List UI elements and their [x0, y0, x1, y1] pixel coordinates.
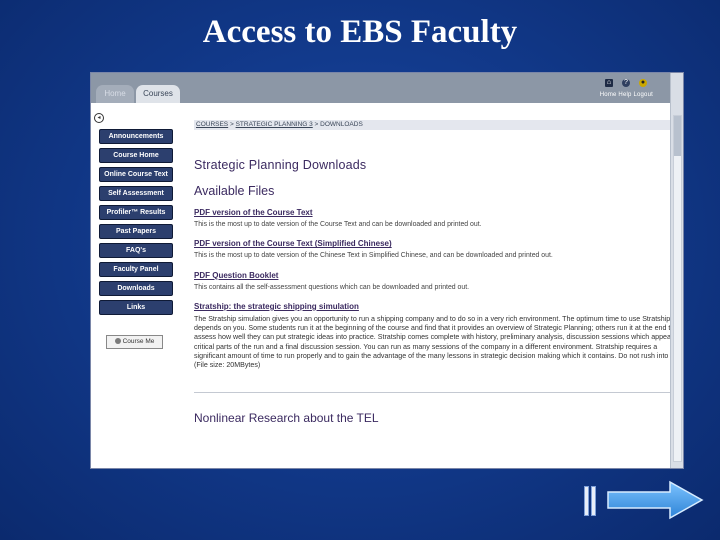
- first-slide-button[interactable]: [584, 486, 598, 516]
- breadcrumb-courses[interactable]: COURSES: [196, 121, 228, 128]
- file-description: This is the most up to date version of t…: [194, 221, 482, 228]
- sidebar-item-online-course-text[interactable]: Online Course Text: [99, 167, 173, 182]
- file-item: Stratship: the strategic shipping simula…: [194, 302, 683, 370]
- sidebar-item-announcements[interactable]: Announcements: [99, 129, 173, 144]
- sidebar-item-links[interactable]: Links: [99, 300, 173, 315]
- next-arrow-button[interactable]: [606, 480, 704, 520]
- file-item: PDF version of the Course Text This is t…: [194, 208, 683, 229]
- sidebar-item-profiler-results[interactable]: Profiler™ Results: [99, 205, 173, 220]
- file-link-course-text-chinese-pdf[interactable]: PDF version of the Course Text (Simplifi…: [194, 239, 683, 248]
- scroll-track[interactable]: [673, 115, 682, 462]
- sidebar-item-self-assessment[interactable]: Self Assessment: [99, 186, 173, 201]
- next-arrow-icon: [607, 480, 704, 520]
- file-link-question-booklet-pdf[interactable]: PDF Question Booklet: [194, 271, 683, 280]
- section-title: Available Files: [194, 184, 275, 198]
- first-slide-icon-bar: [584, 486, 589, 516]
- file-item: PDF Question Booklet This contains all t…: [194, 271, 683, 292]
- breadcrumb-strategic-planning[interactable]: STRATEGIC PLANNING 3: [236, 121, 313, 128]
- first-slide-icon-bar: [591, 486, 596, 516]
- breadcrumb-separator: >: [228, 121, 236, 128]
- file-description: This contains all the self-assessment qu…: [194, 283, 470, 291]
- next-section-title: Nonlinear Research about the TEL: [194, 411, 379, 426]
- sidebar-item-faculty-panel[interactable]: Faculty Panel: [99, 262, 173, 277]
- vertical-scrollbar[interactable]: [670, 73, 683, 468]
- top-links[interactable]: Home Help Logout: [600, 92, 653, 98]
- sidebar-item-past-papers[interactable]: Past Papers: [99, 224, 173, 239]
- breadcrumb: COURSES > STRATEGIC PLANNING 3 > DOWNLOA…: [194, 120, 683, 130]
- tab-courses[interactable]: Courses: [136, 85, 180, 103]
- top-icons: ⌂ ? ●: [605, 79, 647, 87]
- file-item: PDF version of the Course Text (Simplifi…: [194, 239, 683, 260]
- file-description: This is the most up to date version of t…: [194, 252, 553, 260]
- slide-title: Access to EBS Faculty: [202, 14, 518, 50]
- home-icon[interactable]: ⌂: [605, 79, 613, 87]
- page-title: Strategic Planning Downloads: [194, 158, 367, 172]
- sidebar-item-course-home[interactable]: Course Home: [99, 148, 173, 163]
- help-icon[interactable]: ?: [622, 79, 630, 87]
- scroll-thumb[interactable]: [674, 116, 681, 156]
- tab-home[interactable]: Home: [96, 85, 134, 103]
- file-description: The Stratship simulation gives you an op…: [194, 314, 682, 370]
- sidebar-item-downloads[interactable]: Downloads: [99, 281, 173, 296]
- file-link-course-text-pdf[interactable]: PDF version of the Course Text: [194, 208, 683, 217]
- logout-icon[interactable]: ●: [639, 79, 647, 87]
- main-content: COURSES > STRATEGIC PLANNING 3 > DOWNLOA…: [194, 120, 683, 426]
- course-badge-label: Course Me: [122, 338, 155, 345]
- sidebar: Announcements Course Home Online Course …: [99, 129, 173, 319]
- sidebar-item-faqs[interactable]: FAQ's: [99, 243, 173, 258]
- course-badge-icon: [114, 338, 121, 345]
- course-badge[interactable]: Course Me: [106, 335, 163, 349]
- breadcrumb-current: DOWNLOADS: [320, 121, 363, 128]
- header-band: Home Courses ⌂ ? ● Home Help Logout: [91, 73, 671, 103]
- back-icon[interactable]: ◂: [94, 113, 104, 123]
- browser-screenshot: Home Courses ⌂ ? ● Home Help Logout ◂ An…: [90, 72, 684, 469]
- file-link-stratship-simulation[interactable]: Stratship: the strategic shipping simula…: [194, 302, 683, 311]
- divider: [194, 392, 683, 394]
